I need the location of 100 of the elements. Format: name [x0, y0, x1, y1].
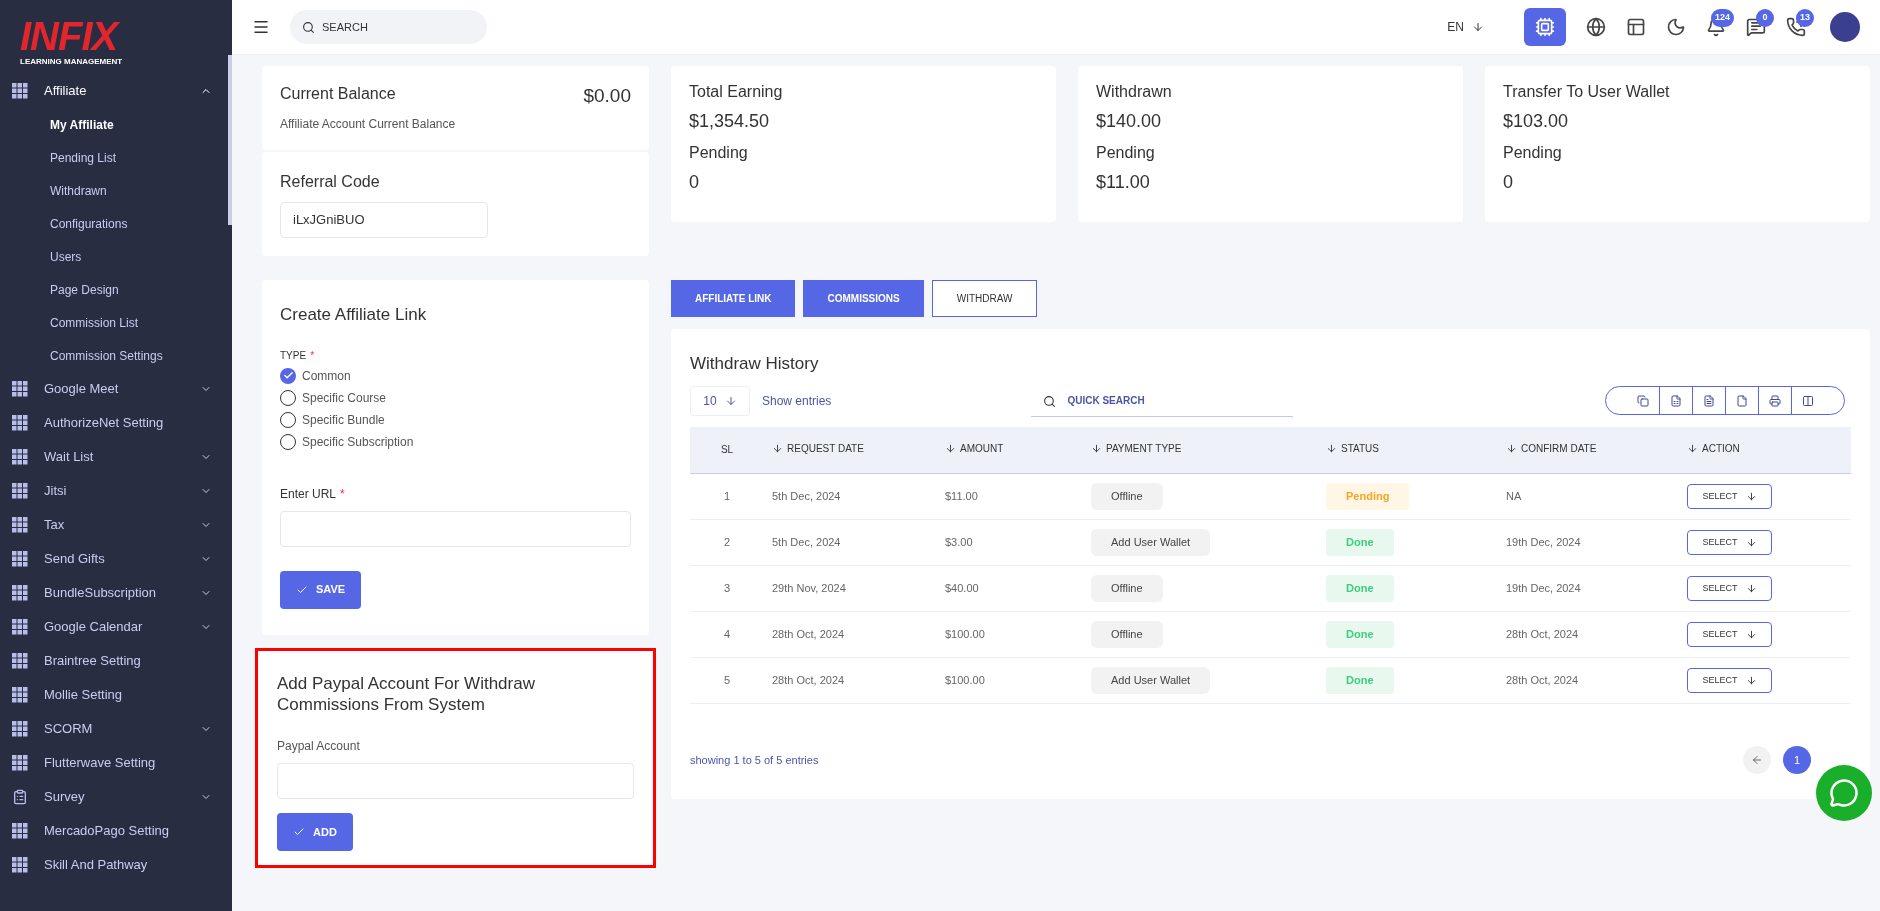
- grid-icon: [12, 619, 28, 635]
- tab[interactable]: WITHDRAW: [931, 280, 1038, 317]
- sidebar-subitem[interactable]: Page Design: [0, 273, 224, 306]
- tab[interactable]: AFFILIATE LINK: [671, 280, 796, 317]
- column-header[interactable]: REQUEST DATE: [764, 426, 937, 474]
- sidebar-subitem[interactable]: Commission Settings: [0, 339, 224, 372]
- status-tag: Done: [1326, 667, 1394, 694]
- sidebar-item[interactable]: Skill And Pathway: [0, 848, 224, 882]
- select-button[interactable]: SELECT: [1687, 668, 1772, 693]
- sort-arrow-icon: [1091, 443, 1102, 455]
- sidebar-item[interactable]: Braintree Setting: [0, 644, 224, 678]
- document-icon[interactable]: [1703, 394, 1715, 407]
- sidebar-item[interactable]: Jitsi: [0, 474, 224, 508]
- page-button[interactable]: 1: [1783, 746, 1811, 774]
- page-size-select[interactable]: 10: [690, 385, 750, 416]
- column-header[interactable]: STATUS: [1318, 426, 1498, 474]
- column-header[interactable]: AMOUNT: [937, 426, 1083, 474]
- sidebar-subitem[interactable]: Withdrawn: [0, 174, 224, 207]
- table-cell: $100.00: [937, 611, 1083, 658]
- table-cell: 19th Dec, 2024: [1498, 519, 1679, 566]
- radio-option[interactable]: Specific Course: [280, 388, 631, 407]
- search-field[interactable]: SEARCH: [290, 10, 487, 44]
- grid-icon: [12, 585, 28, 601]
- search-icon: [302, 21, 315, 34]
- print-icon[interactable]: [1769, 394, 1781, 407]
- paypal-account-field[interactable]: [277, 763, 634, 799]
- scrollbar-thumb[interactable]: [228, 55, 232, 225]
- chip-button[interactable]: [1524, 8, 1566, 46]
- grid-icon: [12, 483, 28, 499]
- chat-button[interactable]: [1816, 765, 1872, 821]
- url-field[interactable]: [280, 510, 631, 547]
- column-header[interactable]: CONFIRM DATE: [1498, 426, 1679, 474]
- table-cell: $3.00: [937, 519, 1083, 566]
- radio-option[interactable]: Specific Bundle: [280, 410, 631, 429]
- stat-title: Total Earning: [689, 82, 784, 102]
- sidebar-subitem[interactable]: My Affiliate: [0, 108, 224, 141]
- sidebar-item[interactable]: Google Calendar: [0, 610, 224, 644]
- spreadsheet-icon[interactable]: [1670, 394, 1682, 407]
- column-header[interactable]: PAYMENT TYPE: [1083, 426, 1318, 474]
- arrow-down-icon: [1745, 629, 1757, 640]
- card-title: Current Balance: [280, 84, 396, 104]
- sidebar-subitem[interactable]: Users: [0, 240, 224, 273]
- payment-type-tag: Offline: [1091, 575, 1163, 602]
- sidebar-item[interactable]: AuthorizeNet Setting: [0, 406, 224, 440]
- moon-icon[interactable]: [1666, 17, 1686, 37]
- sidebar-item[interactable]: MercadoPago Setting: [0, 814, 224, 848]
- tab[interactable]: COMMISSIONS: [803, 280, 924, 317]
- column-header[interactable]: SL: [690, 426, 764, 474]
- pending-amount: 0: [1503, 171, 1514, 194]
- sidebar-item[interactable]: Affiliate: [0, 74, 224, 108]
- table-cell: $100.00: [937, 657, 1083, 704]
- grid-icon: [12, 687, 28, 703]
- radio-option[interactable]: Specific Subscription: [280, 432, 631, 451]
- sort-arrow-icon: [1506, 443, 1517, 455]
- table-cell: 2: [690, 519, 764, 566]
- sidebar-subitem[interactable]: Pending List: [0, 141, 224, 174]
- sidebar-item[interactable]: Send Gifts: [0, 542, 224, 576]
- file-icon[interactable]: [1736, 394, 1748, 407]
- select-button[interactable]: SELECT: [1687, 622, 1772, 647]
- sidebar-item[interactable]: Google Meet: [0, 372, 224, 406]
- table-cell: 19th Dec, 2024: [1498, 565, 1679, 612]
- radio-option[interactable]: Common: [280, 366, 631, 385]
- save-button[interactable]: SAVE: [280, 570, 362, 609]
- sort-arrow-icon: [772, 443, 783, 455]
- table-cell: 3: [690, 565, 764, 612]
- sidebar-subitem[interactable]: Configurations: [0, 207, 224, 240]
- count-badge: 13: [1796, 9, 1814, 27]
- sidebar-item[interactable]: Wait List: [0, 440, 224, 474]
- grid-icon: [12, 449, 28, 465]
- language-button[interactable]: EN: [1447, 18, 1484, 36]
- table-cell: 5th Dec, 2024: [764, 519, 937, 566]
- sidebar-subitem[interactable]: Commission List: [0, 306, 224, 339]
- add-button[interactable]: ADD: [277, 813, 353, 851]
- select-button[interactable]: SELECT: [1687, 530, 1772, 555]
- select-button[interactable]: SELECT: [1687, 576, 1772, 601]
- globe-icon[interactable]: [1586, 17, 1606, 37]
- columns-icon[interactable]: [1802, 394, 1814, 407]
- search-icon: [1043, 394, 1057, 408]
- avatar[interactable]: [1830, 12, 1860, 42]
- select-button[interactable]: SELECT: [1687, 484, 1772, 509]
- sidebar-item[interactable]: Mollie Setting: [0, 678, 224, 712]
- grid-icon: [12, 517, 28, 533]
- referral-code-field[interactable]: iLxJGniBUO: [280, 202, 488, 238]
- sidebar-item[interactable]: SCORM: [0, 712, 224, 746]
- quick-search-field[interactable]: QUICK SEARCH: [1031, 384, 1294, 417]
- payment-type-tag: Offline: [1091, 483, 1163, 510]
- column-header[interactable]: ACTION: [1679, 426, 1851, 474]
- sidebar-item[interactable]: BundleSubscription: [0, 576, 224, 610]
- menu-icon[interactable]: [252, 18, 270, 36]
- copy-icon[interactable]: [1636, 394, 1649, 407]
- pending-amount: $11.00: [1096, 171, 1151, 194]
- field-label: Enter URL: [280, 485, 337, 503]
- chip-icon: [1535, 17, 1555, 37]
- sidebar-item[interactable]: Tax: [0, 508, 224, 542]
- grid-icon: [12, 83, 28, 99]
- sidebar-item[interactable]: Survey: [0, 780, 224, 814]
- sidebar-item[interactable]: Flutterwave Setting: [0, 746, 224, 780]
- layout-icon[interactable]: [1626, 17, 1646, 37]
- table-title: Withdraw History: [690, 353, 820, 375]
- radio-button[interactable]: [280, 367, 296, 384]
